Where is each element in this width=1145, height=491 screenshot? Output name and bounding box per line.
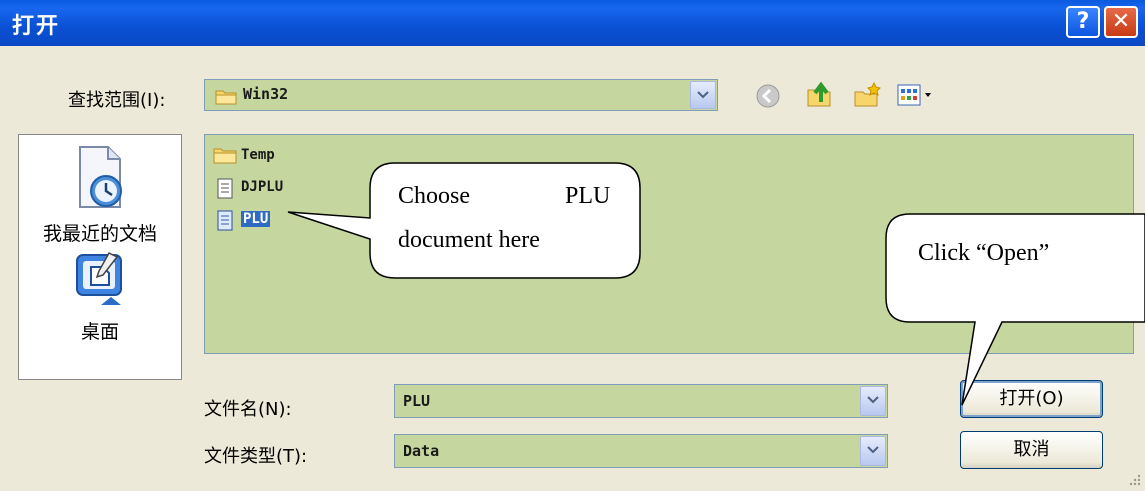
resize-grip-icon[interactable] [1126,472,1142,488]
open-file-dialog: 打开 ? ✕ 查找范围(I): Win32 我最近的文档 桌面 Temp DJP… [0,0,1145,491]
callout-choose-text-line2: PLU [565,183,611,209]
callout-choose-text-line3: document here [398,227,540,253]
callout-choose-plu [287,162,641,279]
callout-open-text: Click “Open” [918,240,1050,266]
callout-choose-text-line1: Choose [398,183,470,209]
